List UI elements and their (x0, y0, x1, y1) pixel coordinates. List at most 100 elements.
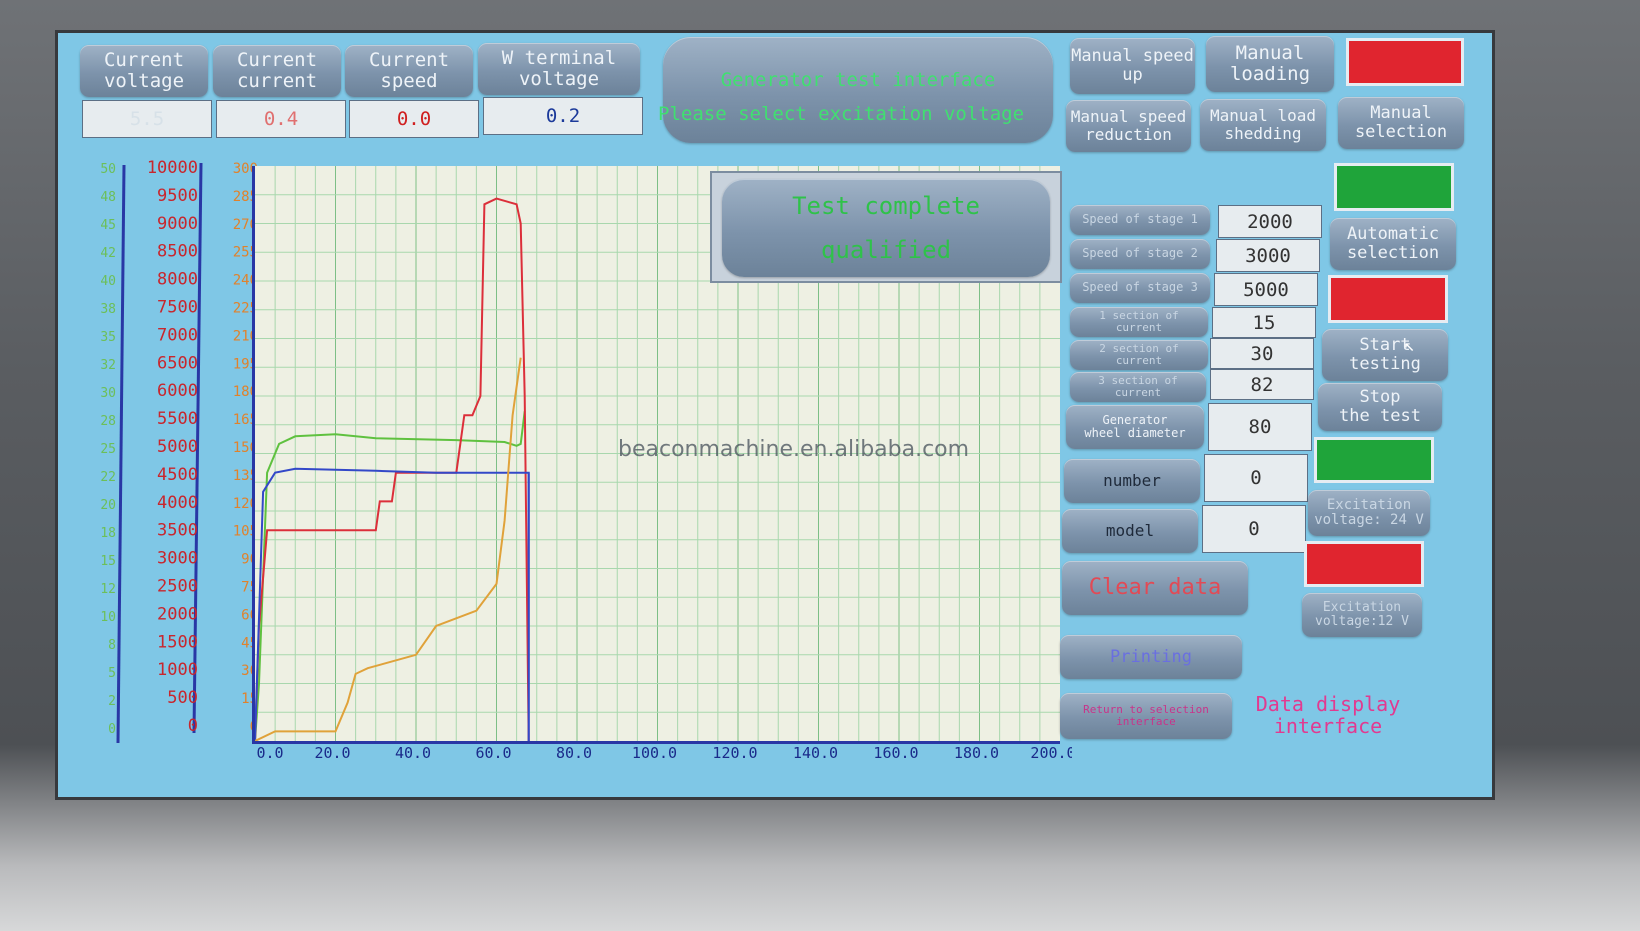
series-line-2 (255, 467, 530, 741)
y-tick-label: 15 (100, 554, 116, 569)
y-tick-label: 8 (108, 638, 116, 653)
excitation-12v-indicator (1304, 541, 1424, 587)
select-excitation-prompt: Please select excitation voltage (658, 103, 1025, 125)
title-banner: Generator test interface (663, 37, 1053, 143)
param-label-speed-stage-1: Speed of stage 1 (1070, 205, 1210, 235)
y-tick-label: 500 (167, 688, 198, 708)
y-axis-line-1 (116, 164, 126, 744)
stop-test-button[interactable]: Stop the test (1318, 383, 1442, 431)
current-current-value: 0.4 (216, 100, 346, 138)
y-tick-label: 12 (100, 582, 116, 597)
param-label-section-1-current: 1 section of current (1070, 307, 1208, 337)
y-tick-label: 40 (100, 274, 116, 289)
x-tick-label: 40.0 (395, 744, 431, 762)
excitation-24v-indicator (1314, 437, 1434, 483)
clear-data-button[interactable]: Clear data (1062, 561, 1248, 615)
y-tick-label: 30 (100, 386, 116, 401)
watermark: beaconmachine.en.alibaba.com (618, 437, 970, 462)
automatic-selection-button[interactable]: Automatic selection (1330, 218, 1456, 270)
manual-selection-button[interactable]: Manual selection (1338, 97, 1464, 149)
param-value-section-2-current[interactable]: 30 (1210, 338, 1314, 369)
x-tick-label: 20.0 (314, 744, 350, 762)
y-tick-label: 1000 (157, 660, 198, 680)
x-tick-label: 0.0 (256, 744, 283, 762)
y-tick-label: 2500 (157, 577, 198, 597)
y-tick-label: 9000 (157, 214, 198, 234)
param-value-speed-stage-2[interactable]: 3000 (1216, 239, 1320, 272)
y-tick-label: 2000 (157, 604, 198, 624)
y-tick-label: 8500 (157, 242, 198, 262)
y-tick-label: 32 (100, 358, 116, 373)
w-terminal-voltage-value: 0.2 (483, 97, 643, 135)
param-label-section-2-current: 2 section of current (1070, 340, 1208, 370)
y-tick-label: 5 (108, 666, 116, 681)
x-tick-label: 180.0 (954, 744, 999, 762)
excitation-24v-button[interactable]: Excitation voltage: 24 V (1308, 490, 1430, 536)
param-label-speed-stage-3: Speed of stage 3 (1070, 273, 1210, 303)
y-tick-label: 4500 (157, 465, 198, 485)
hmi-screen: Current voltage Current current Current … (55, 30, 1495, 800)
y-tick-label: 28 (100, 414, 116, 429)
y-tick-label: 5500 (157, 409, 198, 429)
x-tick-label: 80.0 (556, 744, 592, 762)
y-tick-label: 35 (100, 330, 116, 345)
y-tick-label: 42 (100, 246, 116, 261)
y-tick-label: 3000 (157, 549, 198, 569)
param-value-speed-stage-1[interactable]: 2000 (1218, 205, 1322, 238)
y-tick-label: 25 (100, 442, 116, 457)
start-testing-button[interactable]: Start testing (1322, 329, 1448, 381)
manual-speed-up-button[interactable]: Manual speed up (1070, 38, 1195, 94)
test-complete-text: Test complete (792, 191, 980, 220)
result-panel: Test complete qualified (710, 171, 1062, 283)
x-tick-label: 160.0 (873, 744, 918, 762)
y-tick-label: 0 (188, 716, 198, 736)
y-tick-label: 6500 (157, 353, 198, 373)
param-value-section-3-current[interactable]: 82 (1210, 369, 1314, 400)
manual-loading-button[interactable]: Manual loading (1206, 36, 1334, 92)
manual-load-shedding-button[interactable]: Manual load shedding (1200, 99, 1326, 151)
current-current-label: Current current (213, 45, 341, 97)
qualified-text: qualified (820, 236, 952, 264)
return-selection-button[interactable]: Return to selection interface (1060, 693, 1232, 739)
excitation-12v-button[interactable]: Excitation voltage:12 V (1302, 593, 1422, 637)
param-label-number: number (1064, 459, 1200, 503)
manual-status-indicator (1346, 38, 1464, 86)
manual-speed-reduction-button[interactable]: Manual speed reduction (1066, 100, 1191, 152)
y-tick-label: 9500 (157, 186, 198, 206)
y-tick-label: 1500 (157, 632, 198, 652)
y-tick-label: 7000 (157, 325, 198, 345)
screen-title: Generator test interface (720, 68, 996, 91)
x-tick-label: 140.0 (793, 744, 838, 762)
x-tick-label: 120.0 (712, 744, 757, 762)
mouse-cursor-icon: ↖ (1404, 335, 1415, 356)
x-axis: 0.0 20.0 40.0 60.0 80.0 100.0 120.0 140.0 160.0 1… (256, 744, 1072, 762)
param-label-wheel-diameter: Generator wheel diameter (1066, 405, 1204, 449)
current-speed-value: 0.0 (349, 100, 479, 138)
y-tick-label: 38 (100, 302, 116, 317)
param-value-wheel-diameter[interactable]: 80 (1208, 403, 1312, 451)
y-tick-label: 48 (100, 190, 116, 205)
param-value-section-1-current[interactable]: 15 (1212, 307, 1316, 338)
param-label-section-3-current: 3 section of current (1070, 372, 1206, 402)
result-banner: Test complete qualified (722, 179, 1050, 277)
y-tick-label: 3500 (157, 521, 198, 541)
y-tick-label: 7500 (157, 298, 198, 318)
param-value-speed-stage-3[interactable]: 5000 (1214, 273, 1318, 306)
y-tick-label: 45 (100, 218, 116, 233)
param-value-number[interactable]: 0 (1204, 454, 1308, 502)
y-tick-label: 10000 (147, 158, 198, 178)
param-value-model[interactable]: 0 (1202, 505, 1306, 553)
y-tick-label: 20 (100, 498, 116, 513)
current-voltage-label: Current voltage (80, 45, 208, 97)
y-tick-label: 18 (100, 526, 116, 541)
y-tick-label: 4000 (157, 493, 198, 513)
y-tick-label: 10 (100, 610, 116, 625)
y-axes: 0258101215182022252830323538404245485005… (100, 158, 258, 744)
automatic-status-indicator (1334, 163, 1454, 211)
data-display-interface-button[interactable]: Data display interface (1238, 693, 1418, 741)
y-tick-label: 6000 (157, 381, 198, 401)
x-tick-label: 100.0 (632, 744, 677, 762)
printing-button[interactable]: Printing (1060, 635, 1242, 679)
start-status-indicator (1328, 275, 1448, 323)
y-tick-label: 0 (108, 722, 116, 737)
